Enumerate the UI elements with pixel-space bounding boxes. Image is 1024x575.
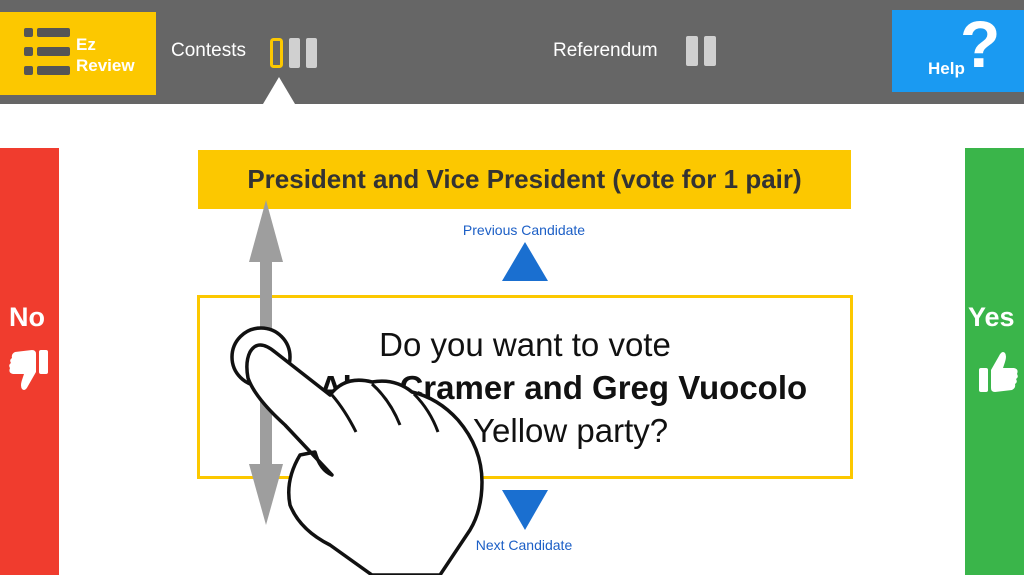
contests-progress-indicator xyxy=(270,38,317,68)
yes-label: Yes xyxy=(968,302,1015,332)
previous-candidate-link[interactable]: Previous Candidate xyxy=(424,222,624,238)
ez-review-label: Ez Review xyxy=(76,34,135,76)
tab-referendum[interactable]: Referendum xyxy=(553,40,658,62)
active-tab-caret xyxy=(263,77,295,104)
triangle-up-icon[interactable] xyxy=(502,242,548,281)
help-button[interactable]: ? Help xyxy=(892,7,1024,92)
no-label: No xyxy=(9,302,45,332)
list-icon xyxy=(24,28,70,75)
next-candidate-link[interactable]: Next Candidate xyxy=(424,537,624,553)
no-button[interactable]: No xyxy=(0,148,59,575)
question-line-2: for Alan Cramer and Greg Vuocolo xyxy=(266,369,808,406)
referendum-progress-indicator xyxy=(686,36,716,66)
thumbs-down-icon xyxy=(9,350,48,390)
question-mark-icon: ? xyxy=(960,7,1001,81)
thumbs-up-icon xyxy=(979,352,1018,392)
ez-review-button[interactable]: Ez Review xyxy=(0,12,156,95)
ez-review-label-line1: Ez xyxy=(76,35,96,54)
question-line-3: of the Yellow party? xyxy=(381,412,669,449)
question-line-1: Do you want to vote xyxy=(379,326,671,363)
tab-contests[interactable]: Contests xyxy=(171,40,246,62)
contest-header: President and Vice President (vote for 1… xyxy=(198,150,851,209)
yes-button[interactable]: Yes xyxy=(965,148,1024,575)
top-bar: Ez Review Contests Referendum ? Help xyxy=(0,0,1024,104)
help-label: Help xyxy=(928,59,965,78)
candidate-question-box[interactable]: Do you want to vote for Alan Cramer and … xyxy=(197,295,853,479)
contest-title: President and Vice President (vote for 1… xyxy=(247,164,802,194)
ez-review-label-line2: Review xyxy=(76,56,135,75)
triangle-down-icon[interactable] xyxy=(502,490,548,530)
